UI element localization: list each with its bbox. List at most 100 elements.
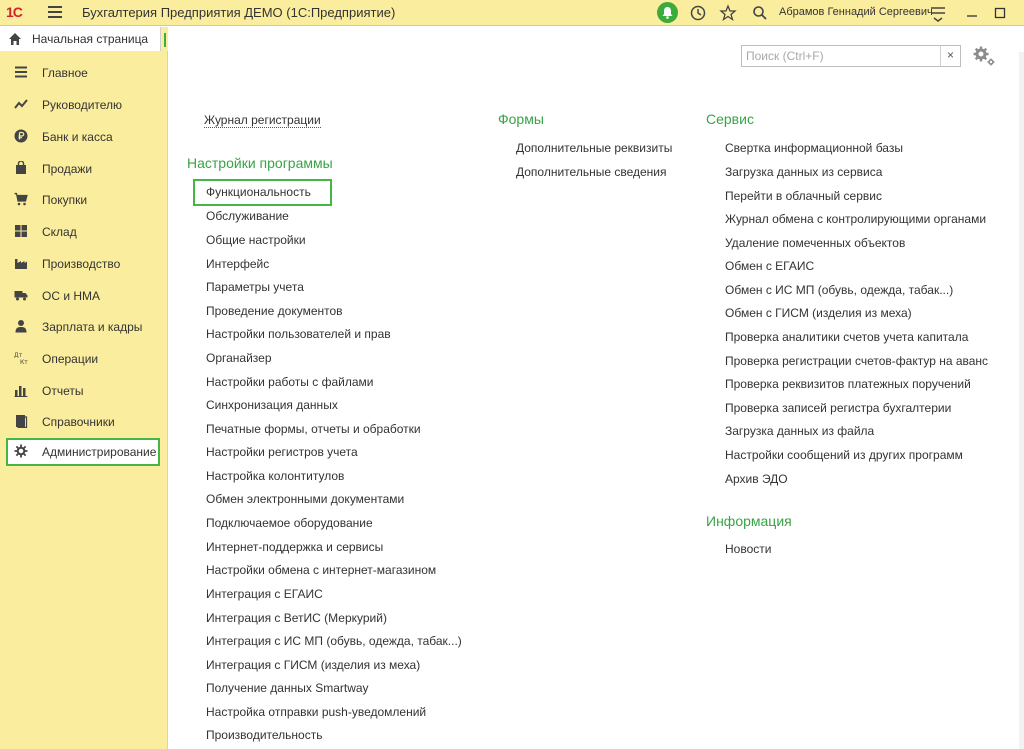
sidebar-item-label: Банк и касса bbox=[42, 130, 113, 144]
link-service-item[interactable]: Загрузка данных из сервиса bbox=[725, 165, 882, 179]
link-settings-item[interactable]: Получение данных Smartway bbox=[206, 681, 369, 695]
link-settings-item[interactable]: Интеграция с ВетИС (Меркурий) bbox=[206, 611, 387, 625]
search-icon[interactable] bbox=[750, 3, 770, 23]
sidebar-item-label: Справочники bbox=[42, 415, 115, 429]
search-clear-button[interactable]: × bbox=[940, 46, 960, 66]
link-settings-item[interactable]: Интеграция с ИС МП (обувь, одежда, табак… bbox=[206, 634, 462, 648]
link-service-item[interactable]: Перейти в облачный сервис bbox=[725, 189, 882, 203]
sidebar-item-label: ОС и НМА bbox=[42, 289, 101, 303]
link-service-item[interactable]: Проверка регистрации счетов-фактур на ав… bbox=[725, 354, 988, 368]
link-settings-item[interactable]: Настройки регистров учета bbox=[206, 445, 358, 459]
sidebar-item-fixed-assets[interactable]: ОС и НМА bbox=[6, 282, 160, 310]
sidebar-item-label: Администрирование bbox=[42, 445, 157, 459]
link-service-item[interactable]: Свертка информационной базы bbox=[725, 141, 903, 155]
svg-text:Дт: Дт bbox=[14, 352, 23, 359]
link-service-item[interactable]: Удаление помеченных объектов bbox=[725, 236, 905, 250]
maximize-icon[interactable] bbox=[990, 3, 1010, 23]
history-icon[interactable] bbox=[688, 3, 708, 23]
sidebar-item-sales[interactable]: Продажи bbox=[6, 155, 160, 183]
link-settings-item[interactable]: Интеграция с ГИСМ (изделия из меха) bbox=[206, 658, 420, 672]
current-user[interactable]: Абрамов Геннадий Сергеевич bbox=[779, 6, 933, 18]
search-box: × bbox=[741, 45, 961, 67]
link-settings-item[interactable]: Подключаемое оборудование bbox=[206, 516, 373, 530]
link-settings-item[interactable]: Обслуживание bbox=[206, 209, 289, 223]
person-icon bbox=[14, 319, 28, 333]
link-settings-item[interactable]: Интерфейс bbox=[206, 257, 269, 271]
minimize-icon[interactable] bbox=[962, 3, 982, 23]
page-settings-gear-icon[interactable] bbox=[971, 44, 997, 68]
link-info-item[interactable]: Новости bbox=[725, 542, 771, 556]
link-settings-item[interactable]: Настройка отправки push-уведомлений bbox=[206, 705, 426, 719]
sidebar-item-label: Главное bbox=[42, 66, 88, 80]
sidebar-item-production[interactable]: Производство bbox=[6, 250, 160, 278]
link-service-item[interactable]: Настройки сообщений из других программ bbox=[725, 448, 963, 462]
link-settings-item[interactable]: Органайзер bbox=[206, 351, 272, 365]
sidebar-item-payroll[interactable]: Зарплата и кадры bbox=[6, 313, 160, 341]
section-heading-settings: Настройки программы bbox=[187, 155, 333, 171]
link-settings-item[interactable]: Общие настройки bbox=[206, 233, 306, 247]
link-settings-item[interactable]: Обмен электронными документами bbox=[206, 492, 404, 506]
settings-menu-icon[interactable] bbox=[928, 3, 948, 23]
sidebar-item-bank[interactable]: Банк и касса bbox=[6, 123, 160, 151]
sidebar-item-label: Отчеты bbox=[42, 384, 84, 398]
link-service-item[interactable]: Проверка реквизитов платежных поручений bbox=[725, 377, 971, 391]
title-bar: 1С Бухгалтерия Предприятия ДЕМО (1С:Пред… bbox=[0, 0, 1024, 26]
tab-home-label: Начальная страница bbox=[32, 32, 149, 46]
notifications-bell-icon[interactable] bbox=[657, 2, 678, 23]
link-service-item[interactable]: Обмен с ЕГАИС bbox=[725, 259, 814, 273]
link-settings-item[interactable]: Параметры учета bbox=[206, 280, 304, 294]
sidebar-item-administration[interactable]: Администрирование bbox=[6, 438, 160, 466]
sidebar-item-operations[interactable]: Дт Кт Операции bbox=[6, 345, 160, 373]
gear-icon bbox=[14, 444, 28, 458]
sidebar-item-reports[interactable]: Отчеты bbox=[6, 377, 160, 405]
link-forms-item[interactable]: Дополнительные сведения bbox=[516, 165, 666, 179]
link-settings-item[interactable]: Функциональность bbox=[206, 185, 311, 199]
link-settings-item[interactable]: Производительность bbox=[206, 728, 322, 742]
link-settings-item[interactable]: Проведение документов bbox=[206, 304, 343, 318]
bag-icon bbox=[14, 160, 28, 175]
bar-chart-icon bbox=[14, 383, 28, 397]
app-title: Бухгалтерия Предприятия ДЕМО (1С:Предпри… bbox=[82, 5, 396, 20]
link-settings-item[interactable]: Настройки пользователей и прав bbox=[206, 327, 391, 341]
sidebar-item-label: Руководителю bbox=[42, 98, 123, 112]
link-settings-item[interactable]: Печатные формы, отчеты и обработки bbox=[206, 422, 421, 436]
sidebar-item-label: Операции bbox=[42, 352, 99, 366]
sidebar-item-label: Склад bbox=[42, 225, 77, 239]
link-service-item[interactable]: Журнал обмена с контролирующими органами bbox=[725, 212, 986, 226]
sidebar-item-catalogs[interactable]: Справочники bbox=[6, 408, 160, 436]
tab-home[interactable]: Начальная страница bbox=[0, 27, 161, 51]
link-forms-item[interactable]: Дополнительные реквизиты bbox=[516, 141, 672, 155]
section-heading-forms: Формы bbox=[498, 111, 544, 127]
link-service-item[interactable]: Архив ЭДО bbox=[725, 472, 788, 486]
tab-strip: Начальная страница bbox=[0, 27, 168, 51]
sidebar-item-label: Производство bbox=[42, 257, 121, 271]
main-menu-icon[interactable] bbox=[48, 6, 62, 18]
vertical-scrollbar[interactable] bbox=[1019, 52, 1024, 749]
link-registration-journal[interactable]: Журнал регистрации bbox=[204, 113, 321, 128]
link-settings-item[interactable]: Настройки работы с файлами bbox=[206, 375, 373, 389]
ruble-coin-icon bbox=[14, 129, 28, 143]
search-input[interactable] bbox=[742, 46, 940, 66]
link-settings-item[interactable]: Настройки обмена с интернет-магазином bbox=[206, 563, 436, 577]
link-service-item[interactable]: Проверка записей регистра бухгалтерии bbox=[725, 401, 951, 415]
grid-icon bbox=[14, 224, 28, 238]
sidebar-item-warehouse[interactable]: Склад bbox=[6, 218, 160, 246]
favorites-star-icon[interactable] bbox=[718, 3, 738, 23]
link-settings-item[interactable]: Синхронизация данных bbox=[206, 398, 338, 412]
link-service-item[interactable]: Обмен с ГИСМ (изделия из меха) bbox=[725, 306, 912, 320]
home-icon bbox=[8, 32, 22, 49]
sidebar-item-purchases[interactable]: Покупки bbox=[6, 186, 160, 214]
sidebar: Главное Руководителю Банк и касса Продаж… bbox=[0, 51, 168, 749]
factory-icon bbox=[14, 256, 28, 270]
link-service-item[interactable]: Проверка аналитики счетов учета капитала bbox=[725, 330, 968, 344]
trend-icon bbox=[14, 97, 28, 111]
sidebar-item-main[interactable]: Главное bbox=[6, 59, 160, 87]
link-settings-item[interactable]: Интернет-поддержка и сервисы bbox=[206, 540, 383, 554]
section-heading-info: Информация bbox=[706, 513, 792, 529]
link-service-item[interactable]: Обмен с ИС МП (обувь, одежда, табак...) bbox=[725, 283, 953, 297]
link-settings-item[interactable]: Настройка колонтитулов bbox=[206, 469, 344, 483]
sidebar-item-director[interactable]: Руководителю bbox=[6, 91, 160, 119]
link-service-item[interactable]: Загрузка данных из файла bbox=[725, 424, 874, 438]
book-icon bbox=[14, 414, 28, 429]
link-settings-item[interactable]: Интеграция с ЕГАИС bbox=[206, 587, 323, 601]
